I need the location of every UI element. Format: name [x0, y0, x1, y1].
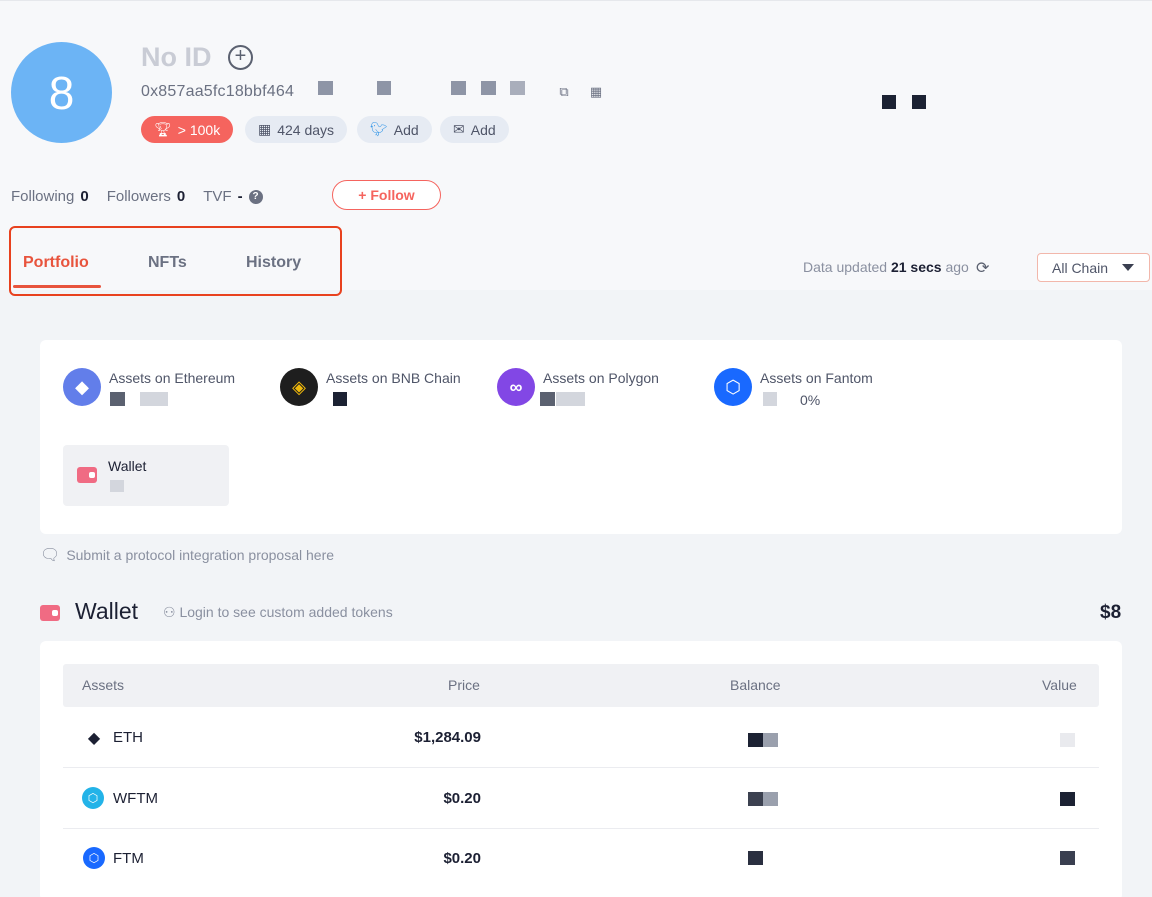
redaction: [1060, 851, 1075, 865]
chain-item-fantom[interactable]: ⬡ Assets on Fantom: [714, 368, 873, 406]
wallet-section-title: Wallet: [75, 598, 139, 624]
qr-code-icon[interactable]: ▦: [587, 83, 605, 101]
redaction: [377, 81, 391, 95]
col-assets: Assets: [82, 677, 125, 693]
redaction: [748, 851, 763, 865]
following-label[interactable]: Following: [11, 188, 74, 205]
add-email-label: Add: [470, 121, 496, 138]
tvf-value: -: [237, 188, 243, 205]
eth-token-icon: ◆: [83, 727, 105, 749]
add-id-button[interactable]: +: [228, 45, 253, 70]
fantom-icon: ⬡: [714, 368, 752, 406]
redaction: [540, 392, 555, 406]
chain-label: Assets on Ethereum: [109, 370, 236, 386]
redaction: [763, 792, 778, 806]
redaction: [333, 392, 347, 406]
age-badge: ▦ 424 days: [245, 116, 348, 143]
redaction: [912, 95, 926, 109]
asset-price: $0.20: [443, 850, 481, 867]
redaction: [748, 733, 763, 747]
row-divider: [63, 767, 1099, 768]
redaction: [1060, 792, 1075, 806]
redaction: [763, 733, 778, 747]
redaction: [510, 81, 525, 95]
chain-label: Assets on BNB Chain: [326, 370, 461, 386]
chevron-down-icon: [1122, 264, 1135, 271]
asset-price: $0.20: [443, 790, 481, 807]
polygon-icon: ∞: [497, 368, 535, 406]
redaction: [110, 480, 124, 492]
login-note-text: Login to see custom added tokens: [179, 604, 393, 620]
ethereum-icon: ◆: [63, 368, 101, 406]
chain-label: Assets on Fantom: [760, 370, 873, 386]
redaction: [763, 392, 777, 406]
asset-name[interactable]: ETH: [113, 729, 143, 746]
fantom-percent: 0%: [800, 392, 821, 408]
copy-icon[interactable]: ⧉: [555, 83, 573, 101]
data-updated-status: Data updated 21 secs ago: [803, 259, 969, 275]
redaction: [1060, 733, 1075, 747]
updated-prefix: Data updated: [803, 259, 888, 275]
mail-icon: ✉: [453, 121, 465, 137]
social-stats: Following 0 Followers 0 TVF - ?: [11, 188, 263, 205]
users-icon: ⚇: [163, 604, 176, 620]
updated-time: 21 secs: [890, 259, 942, 275]
avatar-text: 8: [48, 66, 75, 119]
ftm-token-icon: ⬡: [83, 847, 105, 869]
twitter-icon: 🐦︎: [370, 121, 388, 137]
proposal-link[interactable]: 🗨︎ Submit a protocol integration proposa…: [40, 545, 334, 565]
refresh-icon[interactable]: ⟳: [976, 258, 989, 278]
redaction: [748, 792, 763, 806]
redaction: [451, 81, 466, 95]
wftm-token-icon: ⬡: [82, 787, 104, 809]
redaction: [318, 81, 333, 95]
chat-icon: 🗨︎: [40, 547, 61, 564]
chain-filter-dropdown[interactable]: All Chain: [1037, 253, 1150, 282]
updated-suffix: ago: [945, 259, 969, 275]
redaction: [481, 81, 496, 95]
tabs-highlight-box: [9, 226, 342, 296]
table-header: [63, 664, 1099, 707]
rank-value: > 100k: [177, 121, 221, 138]
row-divider: [63, 828, 1099, 829]
col-price: Price: [448, 677, 480, 693]
tvf-label: TVF: [203, 188, 232, 205]
col-value: Value: [1042, 677, 1077, 693]
help-icon[interactable]: ?: [248, 189, 263, 204]
redaction: [110, 392, 125, 406]
age-value: 424 days: [277, 121, 335, 138]
wallet-address: 0x857aa5fc18bbf464: [141, 83, 295, 100]
add-email-button[interactable]: ✉ Add: [440, 116, 509, 143]
add-twitter-label: Add: [393, 121, 419, 138]
wallet-icon: [40, 605, 60, 621]
login-note[interactable]: ⚇ Login to see custom added tokens: [163, 604, 393, 621]
wallet-total: $8: [1100, 602, 1122, 623]
followers-label[interactable]: Followers: [107, 188, 171, 205]
wallet-tile-label: Wallet: [108, 458, 147, 474]
followers-count: 0: [176, 188, 186, 205]
asset-price: $1,284.09: [414, 729, 481, 746]
rank-badge: 🏆︎ > 100k: [141, 116, 234, 143]
proposal-text: Submit a protocol integration proposal h…: [66, 547, 335, 563]
asset-name[interactable]: FTM: [113, 850, 144, 867]
profile-name: No ID: [141, 42, 212, 72]
avatar: 8: [11, 42, 112, 143]
following-count: 0: [80, 188, 89, 205]
trophy-icon: 🏆︎: [154, 121, 172, 137]
add-twitter-button[interactable]: 🐦︎ Add: [357, 116, 432, 143]
redaction: [882, 95, 896, 109]
chain-label: Assets on Polygon: [543, 370, 659, 386]
calendar-icon: ▦: [258, 121, 272, 137]
redaction: [140, 392, 168, 406]
asset-name[interactable]: WFTM: [113, 790, 158, 807]
redaction: [556, 392, 585, 406]
follow-button[interactable]: + Follow: [332, 180, 441, 210]
wallet-icon: [77, 467, 97, 483]
chain-item-bnb[interactable]: ◈ Assets on BNB Chain: [280, 368, 461, 406]
chain-filter-value: All Chain: [1052, 259, 1109, 276]
bnb-icon: ◈: [280, 368, 318, 406]
col-balance: Balance: [730, 677, 781, 693]
